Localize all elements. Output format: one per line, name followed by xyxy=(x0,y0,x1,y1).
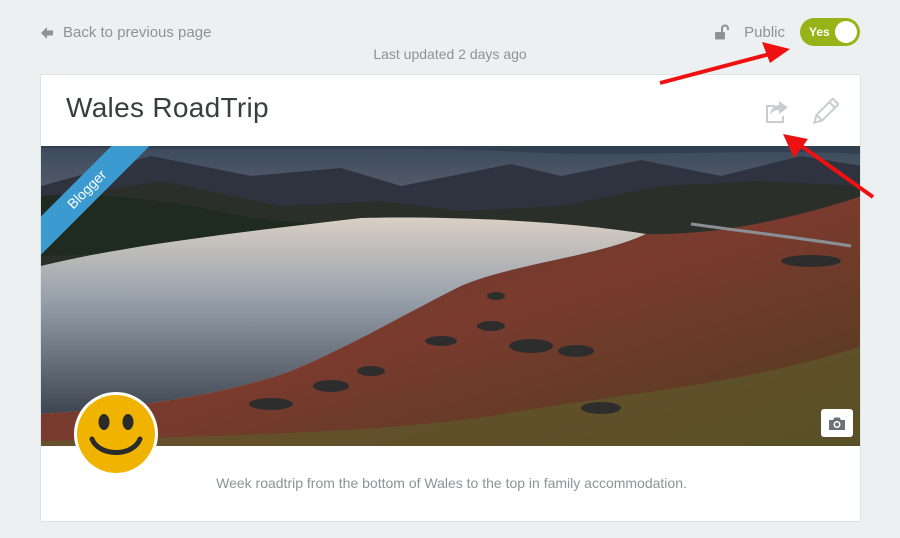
trip-description: Week roadtrip from the bottom of Wales t… xyxy=(216,475,687,491)
visibility-control: Public Yes xyxy=(714,18,860,46)
toggle-label: Yes xyxy=(809,25,830,39)
ribbon-container: Blogger xyxy=(41,146,171,276)
change-cover-button[interactable] xyxy=(821,409,853,437)
avatar[interactable] xyxy=(74,392,158,476)
camera-icon xyxy=(829,417,845,430)
cover-image: Blogger xyxy=(41,146,860,446)
public-label: Public xyxy=(744,23,785,41)
trip-card: Wales RoadTrip Blogger Week roadtrip fro… xyxy=(40,74,861,522)
public-toggle[interactable]: Yes xyxy=(800,18,860,46)
last-updated-text: Last updated 2 days ago xyxy=(373,46,527,62)
back-link-label: Back to previous page xyxy=(63,24,212,41)
back-link[interactable]: Back to previous page xyxy=(40,24,211,41)
toggle-knob xyxy=(835,21,857,43)
blogger-ribbon: Blogger xyxy=(41,146,161,263)
share-icon[interactable] xyxy=(763,100,791,124)
pencil-icon[interactable] xyxy=(811,98,839,126)
unlock-icon xyxy=(715,24,730,40)
arrow-left-icon xyxy=(41,26,53,39)
smiley-face-icon xyxy=(77,395,155,473)
trip-title: Wales RoadTrip xyxy=(66,92,269,123)
